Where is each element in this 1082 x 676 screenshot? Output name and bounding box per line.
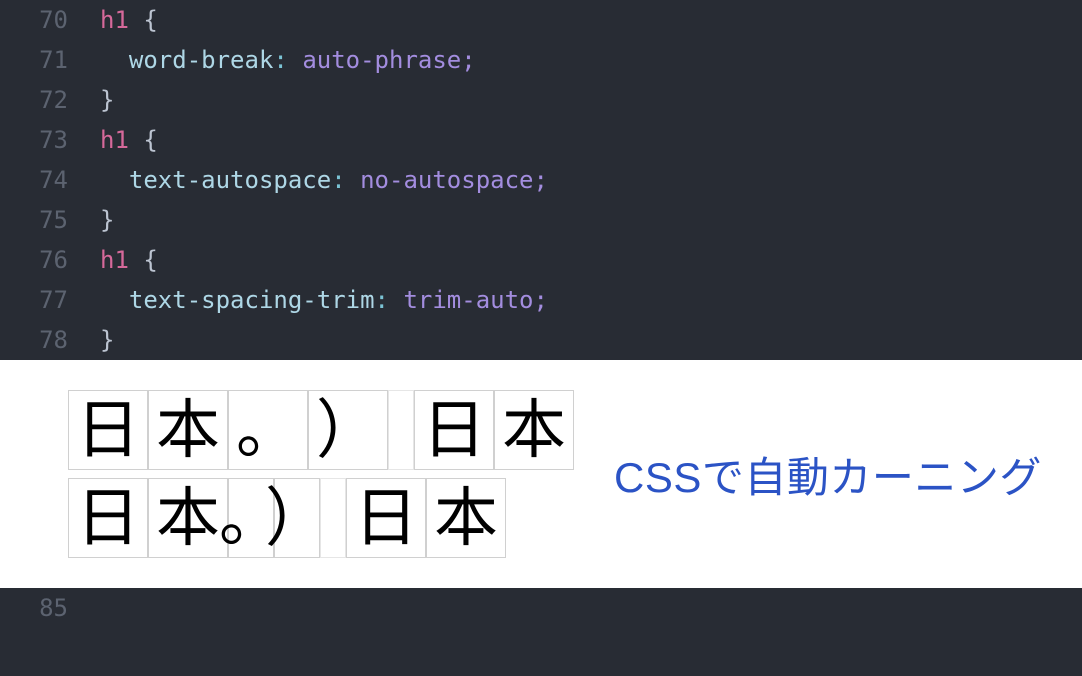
token: ;: [461, 46, 475, 74]
glyph-box: 本: [148, 478, 228, 558]
code-content: text-autospace: no-autospace;: [100, 160, 1082, 200]
token: text-spacing-trim: [129, 286, 375, 314]
code-content: h1 {: [100, 240, 1082, 280]
token: auto-phrase: [302, 46, 461, 74]
code-line: 76h1 {: [0, 240, 1082, 280]
code-content: text-spacing-trim: trim-auto;: [100, 280, 1082, 320]
code-line: 78}: [0, 320, 1082, 360]
token: }: [100, 86, 114, 114]
glyph-box: 本: [494, 390, 574, 470]
glyph-box: 本: [426, 478, 506, 558]
code-content: h1 {: [100, 120, 1082, 160]
token: :: [375, 286, 389, 314]
kerning-example: 日本。）日本 日本。）日本: [68, 390, 574, 558]
line-number: 75: [0, 200, 100, 240]
token: [288, 46, 302, 74]
code-line: 71 word-break: auto-phrase;: [0, 40, 1082, 80]
glyph-box: 日: [68, 478, 148, 558]
code-line: 77 text-spacing-trim: trim-auto;: [0, 280, 1082, 320]
token: ;: [534, 286, 548, 314]
line-number: 73: [0, 120, 100, 160]
illustration-caption: CSSで自動カーニング: [614, 444, 1042, 505]
code-line: 70h1 {: [0, 0, 1082, 40]
line-number: 72: [0, 80, 100, 120]
kerning-illustration: 日本。）日本 日本。）日本 CSSで自動カーニング: [0, 360, 1082, 588]
token: [346, 166, 360, 194]
glyph-box: 日: [414, 390, 494, 470]
token: h1: [100, 6, 129, 34]
code-line: 72}: [0, 80, 1082, 120]
glyph-box: 日: [68, 390, 148, 470]
line-number: 70: [0, 0, 100, 40]
token: trim-auto: [403, 286, 533, 314]
glyph-box: 本: [148, 390, 228, 470]
line-number: 76: [0, 240, 100, 280]
token: h1: [100, 126, 129, 154]
token: h1: [100, 246, 129, 274]
token: {: [129, 126, 158, 154]
line-number: 78: [0, 320, 100, 360]
token: word-break: [129, 46, 274, 74]
glyph-box: ）: [274, 478, 320, 558]
kerning-row-after: 日本。）日本: [68, 478, 574, 558]
code-line: 73h1 {: [0, 120, 1082, 160]
code-content: }: [100, 320, 1082, 360]
token: no-autospace: [360, 166, 533, 194]
token: [389, 286, 403, 314]
code-editor[interactable]: 70h1 {71 word-break: auto-phrase;72}73h1…: [0, 0, 1082, 360]
line-number: 85: [0, 588, 100, 628]
token: }: [100, 206, 114, 234]
token: {: [129, 6, 158, 34]
line-number: 77: [0, 280, 100, 320]
glyph-box: [320, 478, 346, 558]
code-editor-bottom[interactable]: 85: [0, 588, 1082, 636]
code-content: h1 {: [100, 0, 1082, 40]
token: {: [129, 246, 158, 274]
kerning-row-before: 日本。）日本: [68, 390, 574, 470]
glyph-box: ）: [308, 390, 388, 470]
glyph-box: 日: [346, 478, 426, 558]
code-line: 85: [0, 588, 1082, 628]
code-content: }: [100, 80, 1082, 120]
token: :: [331, 166, 345, 194]
code-content: }: [100, 200, 1082, 240]
glyph-box: [388, 390, 414, 470]
glyph-box: 。: [228, 390, 308, 470]
line-number: 74: [0, 160, 100, 200]
line-number: 71: [0, 40, 100, 80]
token: text-autospace: [129, 166, 331, 194]
token: ;: [534, 166, 548, 194]
token: }: [100, 326, 114, 354]
token: :: [273, 46, 287, 74]
code-line: 74 text-autospace: no-autospace;: [0, 160, 1082, 200]
code-line: 75}: [0, 200, 1082, 240]
code-content: word-break: auto-phrase;: [100, 40, 1082, 80]
